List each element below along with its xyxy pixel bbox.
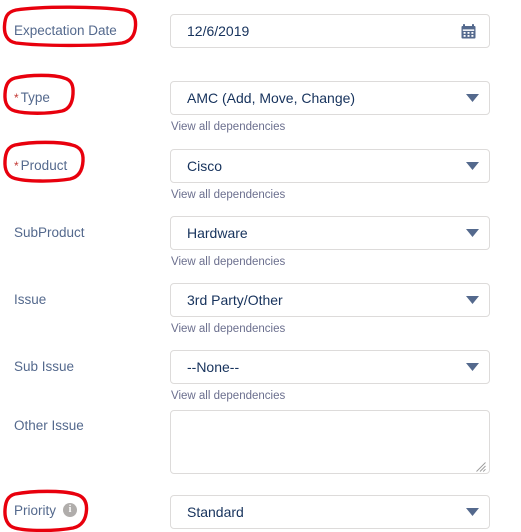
issue-select[interactable]: 3rd Party/Other bbox=[170, 283, 490, 317]
expectation-date-input[interactable]: 12/6/2019 bbox=[170, 14, 490, 48]
field-label-text: Issue bbox=[14, 292, 47, 307]
product-select[interactable]: Cisco bbox=[170, 149, 490, 183]
priority-select[interactable]: Standard bbox=[170, 495, 490, 529]
sub-issue-select[interactable]: --None-- bbox=[170, 350, 490, 384]
field-label-issue: Issue bbox=[14, 291, 46, 309]
field-label-text: SubProduct bbox=[14, 225, 85, 240]
required-asterisk-product: * bbox=[14, 159, 19, 173]
view-all-dependencies-link-sub-issue[interactable]: View all dependencies bbox=[171, 389, 285, 403]
type-select[interactable]: AMC (Add, Move, Change) bbox=[170, 81, 490, 115]
view-all-dependencies-link-product[interactable]: View all dependencies bbox=[171, 188, 285, 202]
info-icon[interactable]: i bbox=[63, 503, 78, 518]
required-asterisk-type: * bbox=[14, 91, 19, 105]
resize-grip-icon[interactable] bbox=[476, 462, 486, 472]
view-all-dependencies-link-issue[interactable]: View all dependencies bbox=[171, 322, 285, 336]
other-issue-textarea[interactable] bbox=[170, 410, 490, 474]
field-label-sub-issue: Sub Issue bbox=[14, 358, 74, 376]
field-label-priority: Priority i bbox=[14, 502, 78, 520]
field-label-type: * Type bbox=[14, 89, 50, 107]
field-label-text: Expectation Date bbox=[14, 23, 117, 38]
field-label-other-issue: Other Issue bbox=[14, 417, 84, 435]
view-all-dependencies-link-subproduct[interactable]: View all dependencies bbox=[171, 255, 285, 269]
field-label-text: Other Issue bbox=[14, 418, 84, 433]
case-detail-form: Expectation Date 12/6/2019 * Type AMC (Ad… bbox=[0, 0, 521, 532]
field-label-subproduct: SubProduct bbox=[14, 224, 85, 242]
view-all-dependencies-link-type[interactable]: View all dependencies bbox=[171, 120, 285, 134]
field-label-text: Type bbox=[20, 90, 50, 105]
field-label-text: Product bbox=[20, 158, 68, 173]
calendar-icon[interactable] bbox=[461, 24, 476, 39]
field-label-product: * Product bbox=[14, 157, 67, 175]
field-label-expectation-date: Expectation Date bbox=[14, 22, 117, 40]
field-label-text: Sub Issue bbox=[14, 359, 75, 374]
field-label-text: Priority bbox=[14, 503, 57, 518]
subproduct-select[interactable]: Hardware bbox=[170, 216, 490, 250]
